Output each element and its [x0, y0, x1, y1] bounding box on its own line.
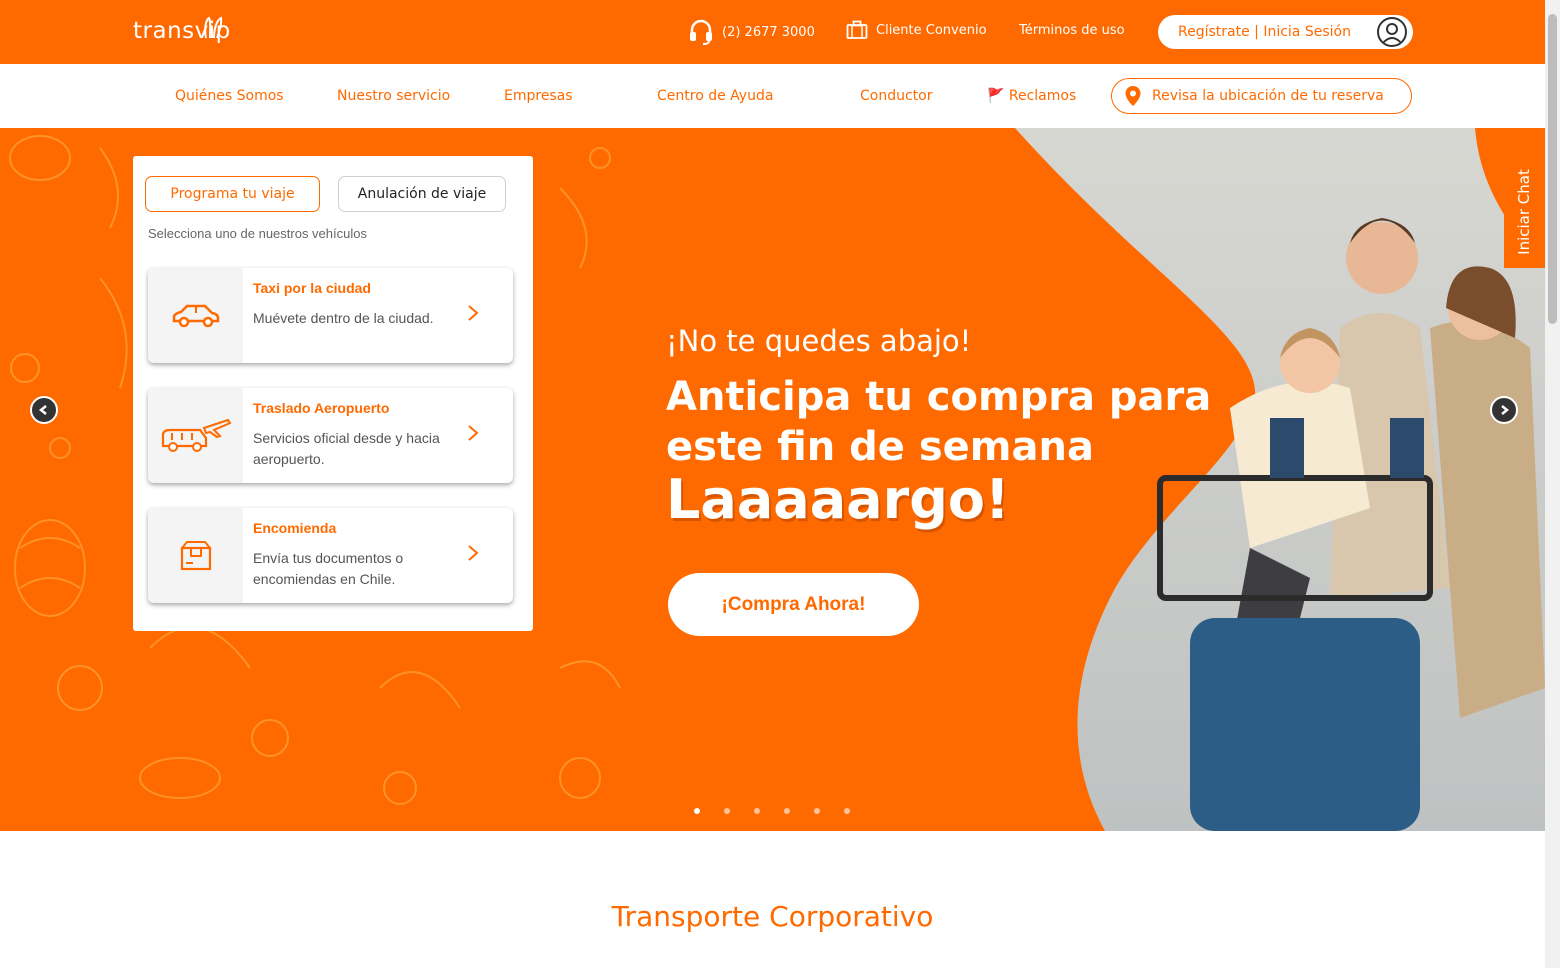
vehicle-title: Encomienda	[253, 520, 337, 536]
bunny-ears-icon	[204, 16, 223, 39]
carousel-dot[interactable]	[724, 808, 730, 814]
vehicle-select-label: Selecciona uno de nuestros vehículos	[148, 226, 367, 241]
carousel-dot[interactable]	[844, 808, 850, 814]
chat-label: Iniciar Chat	[1515, 169, 1533, 255]
van-plane-icon	[161, 418, 231, 452]
cliente-convenio-link[interactable]: Cliente Convenio	[846, 20, 987, 40]
scrollbar-thumb[interactable]	[1548, 14, 1557, 324]
chevron-right-icon	[468, 425, 479, 441]
briefcase-icon	[846, 20, 868, 39]
chevron-right-icon	[468, 545, 479, 561]
map-pin-icon	[1125, 86, 1141, 106]
box-icon	[180, 540, 211, 570]
slide-subtitle-text: ¡No te quedes abajo!	[666, 324, 972, 358]
slide-largo-text: Laaaaargo!	[666, 468, 1010, 531]
vehicle-icon-box	[148, 268, 243, 363]
vehicle-option-taxi[interactable]: Taxi por la ciudad Muévete dentro de la …	[148, 268, 513, 363]
chevron-left-icon	[38, 405, 47, 415]
top-bar: transvip (2) 2677 3000 Cliente Convenio …	[0, 0, 1545, 64]
vehicle-icon-box	[148, 508, 243, 603]
nav-reclamos[interactable]: 🚩 Reclamos	[987, 88, 1076, 104]
vehicle-description: Muévete dentro de la ciudad.	[253, 310, 434, 326]
iniciar-chat-button[interactable]: Iniciar Chat	[1504, 156, 1545, 268]
vehicle-title: Traslado Aeropuerto	[253, 400, 390, 416]
vehicle-description: Envía tus documentos o encomiendas en Ch…	[253, 550, 404, 587]
terminos-link[interactable]: Términos de uso	[1019, 23, 1125, 38]
chevron-right-icon	[468, 305, 479, 321]
vehicle-icon-box	[148, 388, 243, 483]
carousel-next-button[interactable]	[1490, 396, 1518, 424]
slide-subtitle: ¡No te quedes abajo!	[666, 324, 971, 358]
family-airport-photo	[1015, 128, 1545, 831]
nav-centro-ayuda[interactable]: Centro de Ayuda	[657, 88, 773, 104]
compra-ahora-button[interactable]: ¡Compra Ahora!	[668, 573, 919, 636]
login-button[interactable]: Regístrate | Inicia Sesión	[1158, 15, 1413, 49]
carousel-dots	[694, 808, 850, 814]
nav-empresas[interactable]: Empresas	[504, 88, 573, 104]
tab-anulacion-viaje[interactable]: Anulación de viaje	[338, 176, 506, 212]
reserva-label: Revisa la ubicación de tu reserva	[1152, 88, 1384, 104]
carousel-dot[interactable]	[814, 808, 820, 814]
vehicle-title: Taxi por la ciudad	[253, 280, 371, 296]
reserva-location-button[interactable]: Revisa la ubicación de tu reserva	[1111, 78, 1412, 114]
slide-headline: Anticipa tu compra para este fin de sema…	[666, 374, 1212, 470]
login-label: Regístrate | Inicia Sesión	[1178, 24, 1351, 40]
headset-icon	[690, 19, 712, 45]
main-nav: Quiénes Somos Nuestro servicio Empresas …	[0, 64, 1545, 129]
phone-number: (2) 2677 3000	[722, 24, 815, 40]
nav-quienes-somos[interactable]: Quiénes Somos	[175, 88, 284, 104]
phone-contact[interactable]: (2) 2677 3000	[688, 18, 815, 46]
vehicle-option-encomienda[interactable]: Encomienda Envía tus documentos o encomi…	[148, 508, 513, 603]
hero-carousel: Programa tu viaje Anulación de viaje Sel…	[0, 128, 1545, 831]
booking-card: Programa tu viaje Anulación de viaje Sel…	[133, 156, 533, 631]
chevron-right-icon	[1501, 405, 1510, 415]
user-avatar-icon	[1377, 17, 1407, 47]
nav-nuestro-servicio[interactable]: Nuestro servicio	[337, 88, 450, 104]
tab-programa-viaje[interactable]: Programa tu viaje	[145, 176, 320, 212]
carousel-dot[interactable]	[754, 808, 760, 814]
cliente-convenio-label: Cliente Convenio	[876, 22, 987, 38]
nav-conductor[interactable]: Conductor	[860, 88, 932, 104]
vehicle-description: Servicios oficial desde y hacia aeropuer…	[253, 430, 440, 467]
section-title: Transporte Corporativo	[611, 900, 934, 933]
carousel-dot[interactable]	[694, 808, 700, 814]
car-icon	[172, 304, 219, 327]
carousel-prev-button[interactable]	[30, 396, 58, 424]
carousel-dot[interactable]	[784, 808, 790, 814]
vehicle-option-aeropuerto[interactable]: Traslado Aeropuerto Servicios oficial de…	[148, 388, 513, 483]
